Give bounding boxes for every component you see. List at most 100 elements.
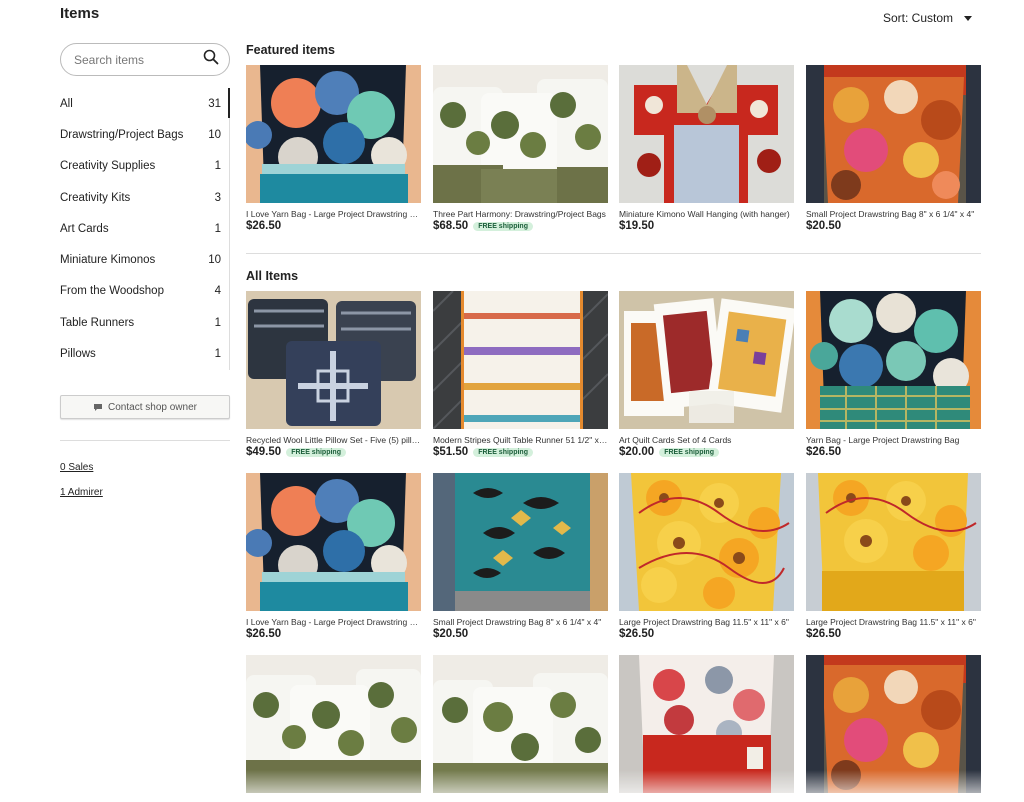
product-price: $26.50 — [619, 628, 655, 640]
category-label: All — [60, 97, 73, 110]
featured-heading: Featured items — [246, 43, 335, 57]
product-image[interactable] — [246, 65, 421, 203]
item-card-12[interactable] — [806, 655, 981, 793]
item-card-11[interactable] — [619, 655, 794, 793]
product-price: $26.50 — [246, 220, 282, 232]
product-price: $19.50 — [619, 220, 655, 232]
category-count: 10 — [208, 254, 221, 267]
category-label: Miniature Kimonos — [60, 254, 156, 267]
product-image[interactable] — [246, 655, 421, 793]
category-item-drawstring-bags[interactable]: Drawstring/Project Bags 10 — [60, 119, 231, 150]
featured-card-3[interactable]: Miniature Kimono Wall Hanging (with hang… — [619, 65, 794, 232]
search-icon[interactable] — [203, 49, 219, 70]
product-image[interactable] — [433, 655, 608, 793]
message-icon — [94, 403, 103, 411]
category-count: 10 — [208, 128, 221, 141]
product-image[interactable] — [433, 65, 608, 203]
item-card-6[interactable]: Small Project Drawstring Bag 8" x 6 1/4"… — [433, 473, 608, 640]
item-card-1[interactable]: Recycled Wool Little Pillow Set - Five (… — [246, 291, 421, 458]
category-list: All 31 Drawstring/Project Bags 10 Creativi… — [60, 88, 231, 370]
all-items-heading: All Items — [246, 269, 299, 283]
product-title: Large Project Drawstring Bag 11.5" x 11"… — [806, 617, 976, 627]
category-label: Art Cards — [60, 222, 109, 235]
category-label: Pillows — [60, 348, 96, 361]
category-item-art-cards[interactable]: Art Cards 1 — [60, 213, 231, 244]
contact-shop-owner-button[interactable]: Contact shop owner — [60, 395, 230, 419]
product-image[interactable] — [619, 65, 794, 203]
category-label: Creativity Supplies — [60, 160, 156, 173]
item-card-3[interactable]: Art Quilt Cards Set of 4 Cards $20.00 FRE… — [619, 291, 794, 458]
product-title: Three Part Harmony: Drawstring/Project B… — [433, 209, 606, 219]
category-item-creativity-kits[interactable]: Creativity Kits 3 — [60, 182, 231, 213]
sort-dropdown[interactable]: Sort: Custom — [883, 11, 973, 25]
free-shipping-badge: FREE shipping — [473, 447, 533, 457]
product-image[interactable] — [806, 291, 981, 429]
featured-card-1[interactable]: I Love Yarn Bag - Large Project Drawstri… — [246, 65, 421, 232]
category-item-creativity-supplies[interactable]: Creativity Supplies 1 — [60, 151, 231, 182]
free-shipping-badge: FREE shipping — [659, 447, 719, 457]
sales-link[interactable]: 0 Sales — [60, 462, 93, 473]
chevron-down-icon — [964, 15, 973, 21]
category-item-all[interactable]: All 31 — [60, 88, 231, 119]
price-row: $26.50 — [806, 446, 981, 458]
category-label: Creativity Kits — [60, 191, 131, 204]
product-price: $51.50 — [433, 446, 469, 458]
item-card-5[interactable]: I Love Yarn Bag - Large Project Drawstri… — [246, 473, 421, 640]
category-label: Table Runners — [60, 316, 135, 329]
category-count: 3 — [214, 191, 221, 204]
product-title: I Love Yarn Bag - Large Project Drawstri… — [246, 209, 421, 219]
item-card-8[interactable]: Large Project Drawstring Bag 11.5" x 11"… — [806, 473, 981, 640]
price-row: $68.50 FREE shipping — [433, 220, 608, 232]
product-title: Small Project Drawstring Bag 8" x 6 1/4"… — [433, 617, 602, 627]
item-card-9[interactable] — [246, 655, 421, 793]
product-title: Art Quilt Cards Set of 4 Cards — [619, 435, 732, 445]
price-row: $26.50 — [246, 220, 421, 232]
item-card-10[interactable] — [433, 655, 608, 793]
item-card-7[interactable]: Large Project Drawstring Bag 11.5" x 11"… — [619, 473, 794, 640]
product-title: I Love Yarn Bag - Large Project Drawstri… — [246, 617, 421, 627]
search-input[interactable] — [74, 52, 203, 67]
item-card-2[interactable]: Modern Stripes Quilt Table Runner 51 1/2… — [433, 291, 608, 458]
price-row: $19.50 — [619, 220, 794, 232]
item-card-4[interactable]: Yarn Bag - Large Project Drawstring Bag … — [806, 291, 981, 458]
product-price: $26.50 — [246, 628, 282, 640]
admirers-link[interactable]: 1 Admirer — [60, 487, 103, 498]
category-label: Drawstring/Project Bags — [60, 128, 184, 141]
product-image[interactable] — [806, 65, 981, 203]
product-image[interactable] — [806, 473, 981, 611]
featured-card-2[interactable]: Three Part Harmony: Drawstring/Project B… — [433, 65, 608, 232]
category-count: 1 — [214, 160, 221, 173]
search-box — [60, 43, 230, 76]
category-count: 1 — [214, 316, 221, 329]
category-item-table-runners[interactable]: Table Runners 1 — [60, 307, 231, 338]
product-image[interactable] — [246, 291, 421, 429]
contact-label: Contact shop owner — [108, 401, 197, 413]
product-image[interactable] — [619, 291, 794, 429]
category-item-woodshop[interactable]: From the Woodshop 4 — [60, 276, 231, 307]
page-title: Items — [60, 5, 100, 22]
featured-card-4[interactable]: Small Project Drawstring Bag 8" x 6 1/4"… — [806, 65, 981, 232]
product-title: Small Project Drawstring Bag 8" x 6 1/4"… — [806, 209, 975, 219]
price-row: $26.50 — [246, 628, 421, 640]
free-shipping-badge: FREE shipping — [473, 221, 533, 231]
product-image[interactable] — [619, 473, 794, 611]
price-row: $51.50 FREE shipping — [433, 446, 608, 458]
price-row: $26.50 — [619, 628, 794, 640]
sort-label: Sort: Custom — [883, 11, 954, 25]
product-price: $20.00 — [619, 446, 655, 458]
product-image[interactable] — [619, 655, 794, 793]
category-item-miniature-kimonos[interactable]: Miniature Kimonos 10 — [60, 244, 231, 275]
product-image[interactable] — [246, 473, 421, 611]
product-image[interactable] — [806, 655, 981, 793]
product-image[interactable] — [433, 473, 608, 611]
price-row: $26.50 — [806, 628, 981, 640]
product-price: $26.50 — [806, 628, 842, 640]
product-image[interactable] — [433, 291, 608, 429]
price-row: $49.50 FREE shipping — [246, 446, 421, 458]
product-price: $26.50 — [806, 446, 842, 458]
product-price: $20.50 — [433, 628, 469, 640]
product-title: Yarn Bag - Large Project Drawstring Bag — [806, 435, 960, 445]
category-item-pillows[interactable]: Pillows 1 — [60, 338, 231, 369]
price-row: $20.00 FREE shipping — [619, 446, 794, 458]
free-shipping-badge: FREE shipping — [286, 447, 346, 457]
